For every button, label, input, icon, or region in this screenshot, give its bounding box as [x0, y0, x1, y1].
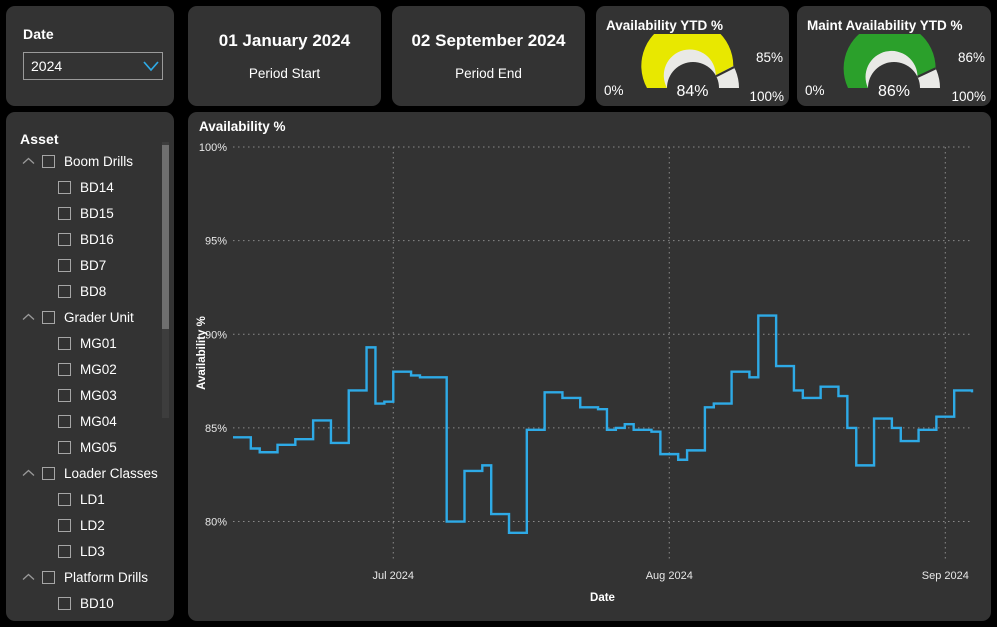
maint-availability-ytd-gauge-value: 86%: [877, 83, 911, 100]
chevron-up-icon[interactable]: [20, 309, 37, 326]
asset-tree-row[interactable]: BD8: [6, 278, 174, 304]
maint-availability-ytd-gauge-min: 0%: [805, 83, 825, 98]
asset-tree-label: MG05: [80, 439, 117, 455]
svg-text:Aug 2024: Aug 2024: [646, 570, 693, 582]
asset-checkbox[interactable]: [58, 492, 71, 506]
date-dropdown-value: 2024: [31, 58, 63, 74]
availability-line-chart-card: Availability % 80% 85% 90% 95% 100% Jul 2024 A…: [188, 112, 991, 621]
svg-text:Sep 2024: Sep 2024: [922, 570, 969, 582]
asset-checkbox[interactable]: [42, 466, 55, 480]
asset-tree-label: Boom Drills: [64, 153, 134, 169]
date-dropdown[interactable]: 2024: [23, 52, 163, 80]
asset-checkbox[interactable]: [58, 284, 71, 298]
asset-checkbox[interactable]: [58, 258, 71, 272]
asset-tree: Boom Drills BD14 BD15 BD16 BD7 BD8 Grader Unit…: [6, 148, 174, 621]
chevron-up-icon[interactable]: [20, 569, 37, 586]
chevron-up-icon[interactable]: [20, 465, 37, 482]
asset-checkbox[interactable]: [58, 544, 71, 558]
asset-tree-label: MG04: [80, 413, 117, 429]
asset-tree-label: MG01: [80, 335, 117, 351]
asset-tree-label: BD15: [80, 205, 114, 221]
chevron-down-icon: [140, 53, 162, 79]
asset-tree-label: BD16: [80, 231, 114, 247]
asset-filter-card: Asset Boom Drills BD14 BD15 BD16 BD7 BD8 Grade…: [6, 112, 174, 621]
availability-line-chart[interactable]: 80% 85% 90% 95% 100% Jul 2024 Aug 2024 Sep 2024…: [188, 112, 991, 626]
asset-tree-row[interactable]: BD14: [6, 174, 174, 200]
period-start-label: Period Start: [248, 66, 321, 81]
maint-availability-ytd-gauge-max: 100%: [951, 89, 986, 104]
asset-checkbox[interactable]: [42, 570, 55, 584]
svg-text:85%: 85%: [205, 423, 227, 435]
svg-text:90%: 90%: [205, 329, 227, 341]
asset-tree-label: LD3: [80, 543, 105, 559]
asset-tree-scrollbar-thumb[interactable]: [162, 145, 169, 329]
asset-tree-row[interactable]: BD16: [6, 226, 174, 252]
dashboard-root: Date 2024 01 January 2024 Period Start 0…: [0, 0, 997, 627]
asset-tree-row[interactable]: BD10: [6, 590, 174, 616]
period-end-card: 02 September 2024 Period End: [392, 6, 585, 106]
maint-availability-ytd-gauge-card: Maint Availability YTD % 0% 100% 86% 86%: [797, 6, 991, 106]
asset-tree-label: BD14: [80, 179, 114, 195]
asset-tree-row[interactable]: BD7: [6, 252, 174, 278]
availability-ytd-gauge-target: 85%: [755, 50, 783, 65]
asset-tree-label: Platform Drills: [64, 569, 149, 585]
asset-tree-row[interactable]: LD2: [6, 512, 174, 538]
asset-tree-row[interactable]: Boom Drills: [6, 148, 174, 174]
svg-text:80%: 80%: [205, 517, 227, 529]
chevron-up-icon[interactable]: [20, 153, 37, 170]
asset-tree-row[interactable]: Platform Drills: [6, 564, 174, 590]
svg-text:95%: 95%: [205, 236, 227, 248]
svg-text:Date: Date: [590, 592, 615, 604]
asset-checkbox[interactable]: [58, 336, 71, 350]
date-slicer-title: Date: [23, 26, 54, 42]
period-end-value: 02 September 2024: [411, 31, 566, 50]
asset-tree-row[interactable]: MG03: [6, 382, 174, 408]
availability-ytd-gauge-max: 100%: [749, 89, 784, 104]
asset-tree-row[interactable]: MG02: [6, 356, 174, 382]
asset-tree-row[interactable]: MG05: [6, 434, 174, 460]
asset-tree-row[interactable]: Grader Unit: [6, 304, 174, 330]
maint-availability-ytd-gauge-title: Maint Availability YTD %: [807, 18, 963, 33]
maint-availability-ytd-gauge-target: 86%: [957, 50, 985, 65]
asset-tree-row[interactable]: BD15: [6, 200, 174, 226]
asset-tree-row[interactable]: MG04: [6, 408, 174, 434]
availability-ytd-gauge-title: Availability YTD %: [606, 18, 724, 33]
asset-tree-row[interactable]: LD3: [6, 538, 174, 564]
asset-tree-label: Loader Classes: [64, 465, 158, 481]
asset-checkbox[interactable]: [58, 232, 71, 246]
asset-checkbox[interactable]: [58, 180, 71, 194]
asset-tree-label: LD1: [80, 491, 105, 507]
svg-text:Jul 2024: Jul 2024: [372, 570, 414, 582]
asset-tree-label: BD10: [80, 595, 114, 611]
asset-tree-label: BD7: [80, 257, 107, 273]
asset-tree-label: Grader Unit: [64, 309, 134, 325]
asset-tree-label: BD8: [80, 283, 107, 299]
asset-checkbox[interactable]: [42, 310, 55, 324]
asset-checkbox[interactable]: [58, 596, 71, 610]
svg-text:Availability %: Availability %: [196, 316, 208, 390]
period-end-label: Period End: [455, 66, 522, 81]
svg-text:100%: 100%: [199, 142, 227, 154]
asset-tree-row[interactable]: MG01: [6, 330, 174, 356]
period-start-value: 01 January 2024: [218, 31, 351, 50]
asset-tree-label: LD2: [80, 517, 105, 533]
period-start-card: 01 January 2024 Period Start: [188, 6, 381, 106]
asset-checkbox[interactable]: [58, 206, 71, 220]
asset-checkbox[interactable]: [42, 154, 55, 168]
date-slicer-card: Date 2024: [6, 6, 174, 106]
asset-checkbox[interactable]: [58, 440, 71, 454]
asset-checkbox[interactable]: [58, 414, 71, 428]
asset-tree-label: MG02: [80, 361, 117, 377]
asset-panel-title: Asset: [20, 131, 59, 147]
availability-ytd-gauge-value: 84%: [676, 83, 709, 100]
asset-checkbox[interactable]: [58, 518, 71, 532]
availability-ytd-gauge-card: Availability YTD % 0% 100% 85% 84%: [596, 6, 789, 106]
asset-tree-row[interactable]: Loader Classes: [6, 460, 174, 486]
asset-tree-row[interactable]: LD1: [6, 486, 174, 512]
availability-ytd-gauge-min: 0%: [604, 83, 624, 98]
asset-checkbox[interactable]: [58, 388, 71, 402]
asset-checkbox[interactable]: [58, 362, 71, 376]
asset-tree-label: MG03: [80, 387, 117, 403]
